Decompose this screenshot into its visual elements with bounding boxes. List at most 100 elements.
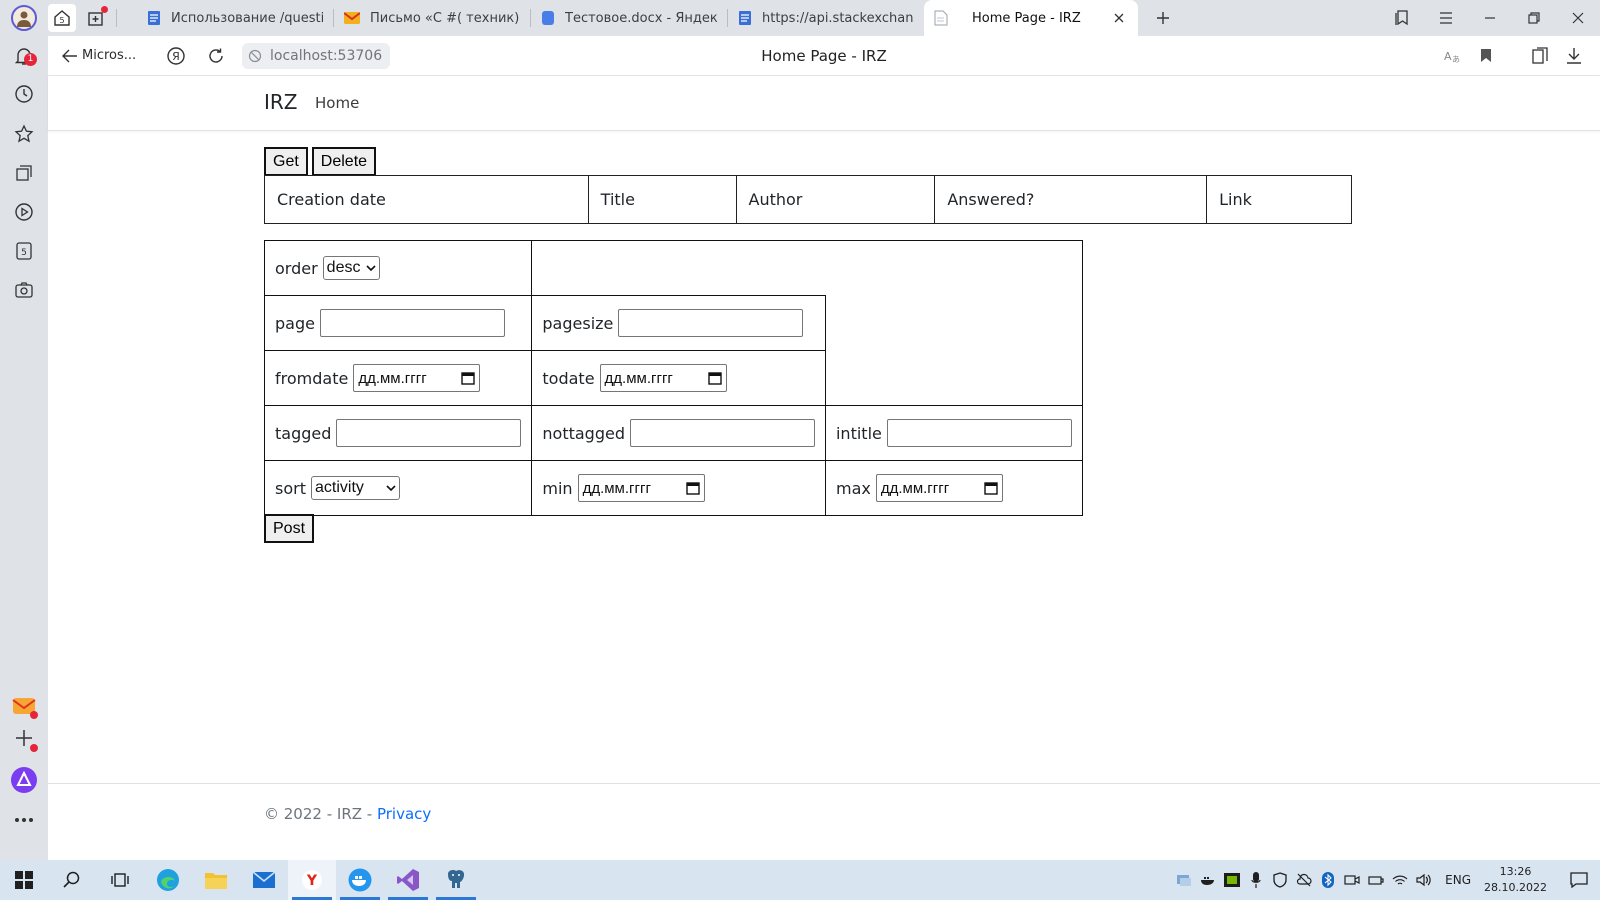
sort-select[interactable]: activity (310, 476, 400, 500)
edge-icon (157, 869, 179, 891)
close-window-button[interactable] (1556, 0, 1600, 36)
window-controls (1380, 0, 1600, 36)
svg-text:5: 5 (59, 16, 64, 25)
fromdate-input[interactable]: дд.мм.гггг (353, 364, 481, 392)
min-input[interactable]: дд.мм.гггг (577, 474, 705, 502)
reload-button[interactable] (200, 40, 232, 72)
tabs-manager-button[interactable] (1380, 0, 1424, 36)
nav-home-link[interactable]: Home (315, 94, 359, 112)
mail-app-button[interactable] (8, 689, 40, 721)
task-view-button[interactable] (96, 860, 144, 900)
calendar-icon[interactable] (685, 481, 700, 495)
edge-app[interactable] (144, 860, 192, 900)
calendar-icon[interactable] (984, 481, 998, 495)
tab-home-page[interactable]: Home Page - IRZ (924, 0, 1138, 36)
max-input[interactable]: дд.мм.гггг (875, 474, 1003, 502)
tab-close-button[interactable] (1110, 9, 1128, 27)
post-button[interactable]: Post (264, 514, 315, 543)
tray-meet-icon[interactable] (1343, 872, 1360, 889)
screenshot-button[interactable] (8, 274, 40, 306)
col-answered: Answered? (934, 175, 1208, 224)
url-text: localhost:53706 (270, 47, 383, 64)
collections-sidebar-button[interactable] (8, 157, 40, 189)
tagged-input[interactable] (336, 419, 522, 447)
clock-time: 13:26 (1499, 865, 1532, 878)
new-tab-button[interactable] (1148, 3, 1178, 33)
yandex-browser-app[interactable]: Y (288, 860, 336, 900)
action-center-button[interactable] (1564, 860, 1594, 900)
history-button[interactable] (8, 78, 40, 110)
tray-app-icon[interactable] (1175, 872, 1192, 889)
tray-volume-icon[interactable] (1415, 872, 1432, 889)
order-select[interactable]: desc (322, 256, 381, 280)
intitle-input[interactable] (886, 419, 1072, 447)
calendar-icon[interactable] (707, 371, 722, 385)
calendar-icon[interactable] (461, 371, 476, 385)
browser-titlebar: 5 Использование /question Письмо «С #( т… (0, 0, 1600, 36)
visual-studio-app[interactable] (384, 860, 432, 900)
home-tab-button[interactable]: 5 (48, 4, 76, 32)
translate-icon: Aあ (1444, 50, 1460, 64)
nottagged-input[interactable] (629, 419, 815, 447)
tab-mail[interactable]: Письмо «С #( техник), Юр (334, 0, 530, 36)
clock-icon (15, 85, 33, 103)
site-brand[interactable]: IRZ (264, 90, 298, 114)
input-language[interactable]: ENG (1445, 873, 1471, 887)
url-bar[interactable]: localhost:53706 (242, 42, 391, 69)
svg-text:5: 5 (21, 248, 27, 258)
translate-button[interactable]: Aあ (1438, 42, 1466, 70)
add-panel-button[interactable] (8, 722, 40, 754)
bookmark-button[interactable] (1472, 42, 1500, 70)
collections-button[interactable] (1526, 42, 1554, 70)
bookmark-icon (1481, 49, 1491, 62)
pagesize-label: pagesize (542, 313, 614, 333)
tray-cloud-icon[interactable] (1295, 872, 1312, 889)
apps-button[interactable]: 5 (8, 235, 40, 267)
query-params-table: order desc page pagesize fromdate дд.мм.… (263, 240, 1083, 516)
tray-nvidia-icon[interactable] (1223, 872, 1240, 889)
menu-button[interactable] (1424, 0, 1468, 36)
download-icon (1567, 47, 1581, 64)
tray-mic-icon[interactable] (1247, 872, 1264, 889)
get-button[interactable]: Get (264, 147, 308, 176)
tray-bluetooth-icon[interactable] (1319, 872, 1336, 889)
more-dots-icon (15, 818, 33, 822)
tray-battery-icon[interactable] (1367, 872, 1384, 889)
postgres-app[interactable] (432, 860, 480, 900)
envelope-icon (252, 871, 276, 888)
docker-app[interactable] (336, 860, 384, 900)
system-clock[interactable]: 13:26 28.10.2022 (1484, 864, 1547, 896)
explorer-app[interactable] (192, 860, 240, 900)
page-content: IRZ Home Get Delete Creation date Title … (48, 76, 1600, 860)
col-title: Title (587, 175, 737, 224)
start-button[interactable] (0, 860, 48, 900)
tab-questions[interactable]: Использование /question (137, 0, 333, 36)
collections-button[interactable] (82, 4, 110, 32)
search-button[interactable] (48, 860, 96, 900)
tray-wifi-icon[interactable] (1391, 872, 1408, 889)
alice-button[interactable] (8, 764, 40, 796)
tray-security-icon[interactable] (1271, 872, 1288, 889)
pagesize-input[interactable] (618, 309, 804, 337)
close-icon (1114, 13, 1124, 23)
tab-disk[interactable]: Тестовое.docx - Яндекс.Д (531, 0, 727, 36)
profile-button[interactable] (0, 0, 48, 36)
minimize-button[interactable] (1468, 0, 1512, 36)
notifications-button[interactable]: 1 (8, 40, 40, 72)
tray-docker-icon[interactable] (1199, 872, 1216, 889)
delete-button[interactable]: Delete (311, 147, 377, 176)
downloads-button[interactable] (1560, 42, 1588, 70)
back-button[interactable]: Micros... (62, 48, 152, 63)
page-input[interactable] (319, 309, 505, 337)
yandex-button[interactable]: Я (160, 40, 192, 72)
close-icon (1572, 12, 1584, 24)
favorites-button[interactable] (8, 118, 40, 150)
visual-studio-icon (397, 869, 419, 891)
more-button[interactable] (8, 804, 40, 836)
restore-button[interactable] (1512, 0, 1556, 36)
video-button[interactable] (8, 196, 40, 228)
mail-app[interactable] (240, 860, 288, 900)
tab-stackexchange[interactable]: https://api.stackexchange.c (728, 0, 924, 36)
privacy-link[interactable]: Privacy (377, 805, 431, 823)
todate-input[interactable]: дд.мм.гггг (599, 364, 727, 392)
